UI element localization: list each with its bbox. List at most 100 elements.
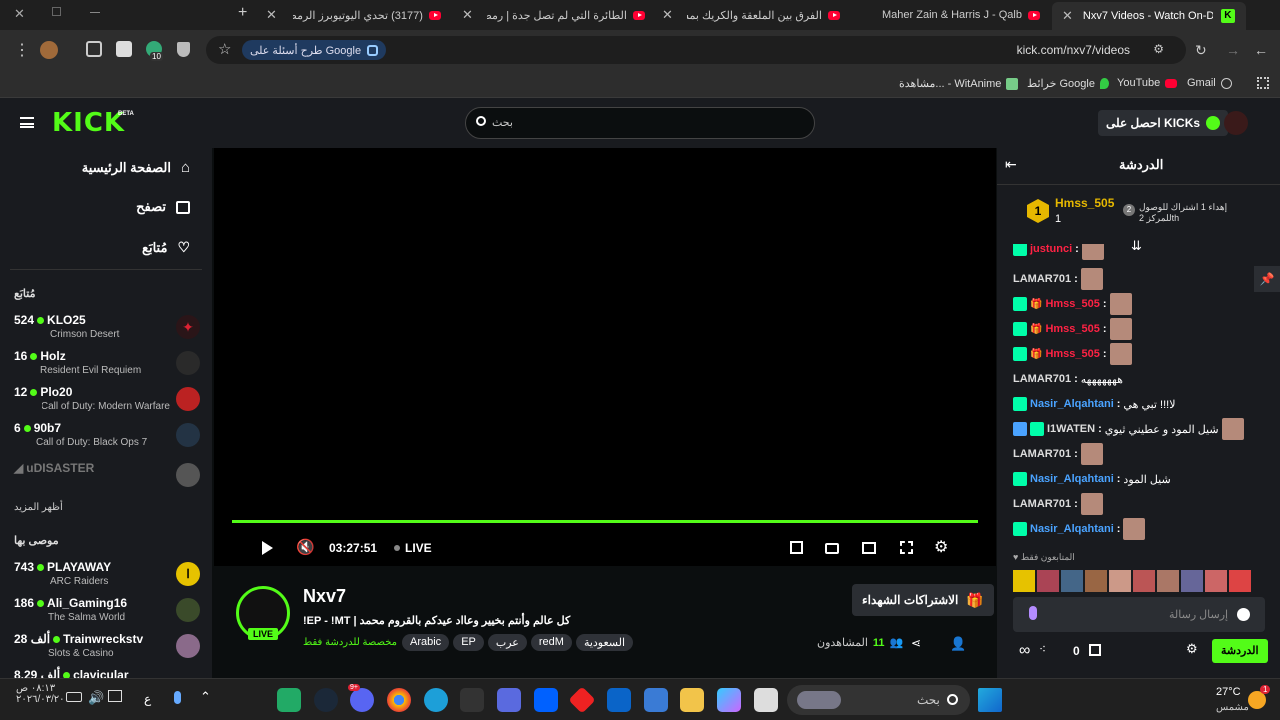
get-kicks-button[interactable]: احصل على KICKs	[1098, 110, 1229, 136]
volume-icon[interactable]: 🔊	[88, 690, 104, 706]
supporter-avatar[interactable]	[1181, 570, 1203, 592]
shield-icon[interactable]	[177, 42, 190, 57]
browser-tab[interactable]: ✕ الطائرة التي لم تصل جدة | رمضان	[462, 4, 652, 26]
close-window-icon[interactable]: ✕	[14, 6, 25, 22]
apps-grid-icon[interactable]	[1257, 77, 1269, 89]
chat-username[interactable]: LAMAR701	[1013, 273, 1071, 285]
show-more-link[interactable]: أظهر المزيد	[14, 502, 63, 513]
following-channel[interactable]: 16 Holz Resident Evil Requiem	[14, 347, 200, 381]
chat-message[interactable]: Nasir_Alqahtani: شيل المود	[1013, 468, 1171, 490]
close-tab-icon[interactable]: ✕	[266, 7, 277, 23]
bookmark-youtube[interactable]: YouTube	[1117, 77, 1178, 89]
supporter-avatar[interactable]	[1205, 570, 1227, 592]
google-lens-chip[interactable]: طرح أسئلة على Google	[242, 40, 387, 60]
nav-following[interactable]: ♡ مُتابَع	[142, 239, 190, 256]
nav-browse[interactable]: تصفح	[136, 199, 190, 215]
supporter-avatar[interactable]	[1229, 570, 1251, 592]
tray-overflow-icon[interactable]: ⌃	[200, 689, 211, 705]
app-icon-1[interactable]	[277, 688, 301, 712]
supporter-avatar[interactable]	[1085, 570, 1107, 592]
chat-message[interactable]: LAMAR701:	[1013, 443, 1103, 465]
browser-tab[interactable]: ✕ الفرق بين الملعقة والكريك بمشار	[662, 4, 852, 26]
close-tab-icon[interactable]: ✕	[1062, 8, 1073, 24]
restore-window-icon[interactable]	[52, 7, 61, 16]
following-channel-offline[interactable]: ◢ uDISASTER	[14, 459, 200, 493]
live-indicator[interactable]: LIVE	[394, 541, 432, 555]
search-input[interactable]: بحث	[492, 116, 513, 129]
profile-avatar[interactable]	[40, 41, 58, 59]
chat-settings-icon[interactable]: ⚙	[1186, 641, 1198, 657]
settings-gear-icon[interactable]: ⚙	[934, 537, 948, 557]
chat-username[interactable]: justunci	[1030, 244, 1072, 255]
mute-icon[interactable]: 🔇	[296, 538, 315, 556]
dropbox-icon[interactable]	[534, 688, 558, 712]
mic-icon[interactable]	[1029, 606, 1037, 620]
share-icon[interactable]: ⋖	[911, 636, 921, 650]
chat-message[interactable]: 🎁 Hmss_505:	[1013, 343, 1132, 365]
chat-username[interactable]: Hmss_505	[1045, 348, 1099, 360]
reload-icon[interactable]: ↻	[1195, 42, 1207, 59]
supporter-avatar[interactable]	[1109, 570, 1131, 592]
chat-message[interactable]: Nasir_Alqahtani: لا!!! تبي هي	[1013, 393, 1176, 415]
tag[interactable]: redM	[530, 634, 572, 651]
chat-message[interactable]: Nasir_Alqahtani:	[1013, 518, 1146, 540]
progress-bar[interactable]	[232, 520, 978, 523]
infinity-icon[interactable]: ∞	[1019, 642, 1030, 660]
chat-username[interactable]: Nasir_Alqahtani	[1030, 398, 1114, 410]
new-tab-button[interactable]: +	[238, 4, 247, 22]
browser-tab-active[interactable]: ✕ Nxv7 Videos - Watch On-Dema K	[1052, 2, 1246, 30]
recommended-channel[interactable]: 186 Ali_Gaming16 The Salma World	[14, 594, 200, 628]
site-settings-icon[interactable]: ⚙	[1153, 42, 1164, 56]
copilot-icon[interactable]	[717, 688, 741, 712]
address-bar[interactable]: ☆ طرح أسئلة على Google kick.com/nxv7/vid…	[206, 36, 1186, 64]
store-icon[interactable]	[644, 688, 668, 712]
tag[interactable]: السعودية	[575, 634, 634, 651]
supporter-avatar[interactable]	[1061, 570, 1083, 592]
chat-username[interactable]: LAMAR701	[1013, 448, 1071, 460]
supporter-avatar[interactable]	[1037, 570, 1059, 592]
emoji-icon[interactable]	[1237, 608, 1250, 621]
minimize-window-icon[interactable]	[90, 12, 100, 13]
weather-widget[interactable]: 27°C مشمس 1	[1206, 683, 1274, 717]
network-icon[interactable]	[108, 690, 122, 702]
language-indicator[interactable]: ع	[144, 692, 151, 706]
chat-message[interactable]: LAMAR701: هههههههه	[1013, 368, 1123, 390]
close-tab-icon[interactable]: ✕	[662, 7, 673, 23]
mini-player-icon[interactable]	[790, 541, 803, 554]
following-channel[interactable]: 524 KLO25 Crimson Desert ✦	[14, 311, 200, 345]
bookmark-witanime[interactable]: مشاهدة... - WitAnime	[899, 77, 1019, 90]
clock-date[interactable]: ٢٠٢٦/٠٣/٢٠	[16, 694, 65, 705]
app-icon-4[interactable]	[754, 688, 778, 712]
forward-icon[interactable]: →	[1226, 42, 1240, 58]
chat-username[interactable]: I1WATEN	[1047, 423, 1095, 435]
browser-tab[interactable]: ✕ (3177) تحدي اليوتيوبرز الرمضاني	[266, 4, 456, 26]
supporter-avatar[interactable]	[1013, 570, 1035, 592]
chat-username[interactable]: Nasir_Alqahtani	[1030, 473, 1114, 485]
battery-icon[interactable]	[66, 692, 82, 702]
edge-icon[interactable]	[424, 688, 448, 712]
chat-username[interactable]: LAMAR701	[1013, 373, 1071, 385]
start-windows-icon[interactable]	[978, 688, 1002, 712]
microphone-icon[interactable]	[174, 691, 181, 704]
close-tab-icon[interactable]: ✕	[462, 7, 473, 23]
steam-icon[interactable]	[314, 688, 338, 712]
app-icon-2[interactable]	[497, 688, 521, 712]
chat-input[interactable]: إرسال رسالة	[1013, 597, 1265, 632]
recommended-channel[interactable]: 8.29 ألف clavicular	[14, 666, 200, 678]
kick-logo[interactable]: KICK	[52, 108, 125, 138]
extension-icon[interactable]	[116, 41, 132, 57]
chrome-icon[interactable]	[387, 688, 411, 712]
url-text[interactable]: kick.com/nxv7/videos	[1017, 43, 1130, 57]
extensions-icon[interactable]	[86, 41, 102, 57]
clip-icon[interactable]	[825, 543, 839, 554]
chat-username[interactable]: Nasir_Alqahtani	[1030, 523, 1114, 535]
epic-games-icon[interactable]	[460, 688, 484, 712]
nav-home[interactable]: ⌂ الصفحة الرئيسية	[82, 159, 190, 176]
chat-username[interactable]: Hmss_505	[1045, 298, 1099, 310]
discord-icon[interactable]	[350, 688, 374, 712]
hamburger-menu-icon[interactable]	[20, 117, 34, 128]
chat-username[interactable]: LAMAR701	[1013, 498, 1071, 510]
play-icon[interactable]	[262, 541, 273, 555]
store-icon[interactable]	[1089, 644, 1101, 656]
chat-message[interactable]: LAMAR701:	[1013, 493, 1103, 515]
